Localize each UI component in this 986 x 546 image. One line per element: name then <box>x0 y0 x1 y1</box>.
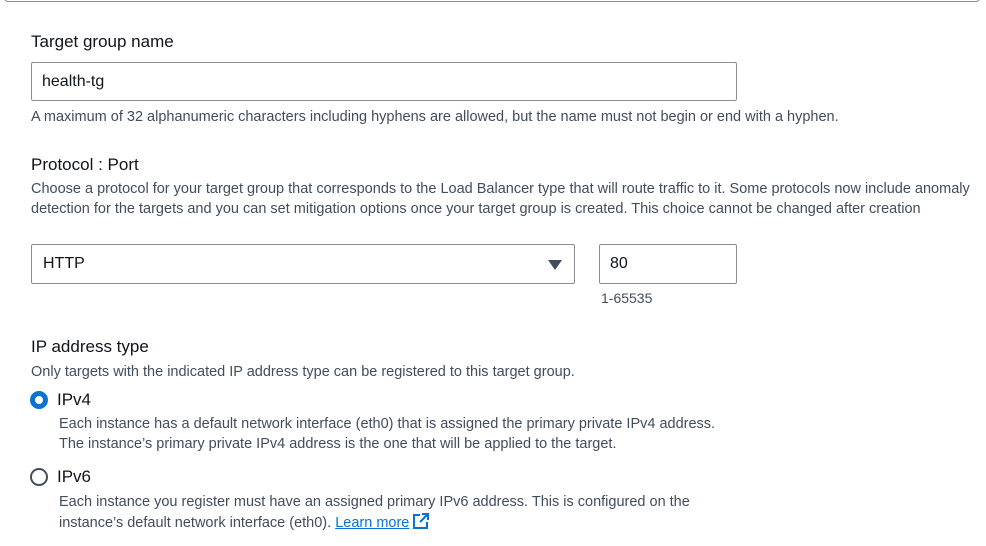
protocol-port-label: Protocol : Port <box>31 155 139 174</box>
previous-section-container <box>4 0 980 2</box>
target-group-name-help: A maximum of 32 alphanumeric characters … <box>31 109 839 125</box>
ipv6-option[interactable]: IPv6 <box>30 467 91 487</box>
ipv6-description-block: Each instance you register must have an … <box>59 492 739 536</box>
protocol-port-description: Choose a protocol for your target group … <box>31 181 970 217</box>
protocol-selected-value: HTTP <box>43 255 85 272</box>
ip-address-type-description: Only targets with the indicated IP addre… <box>31 364 575 380</box>
external-link-icon[interactable] <box>412 512 430 536</box>
port-range-hint: 1-65535 <box>601 290 653 306</box>
ipv4-label[interactable]: IPv4 <box>57 390 91 410</box>
target-group-name-input[interactable] <box>31 62 737 101</box>
ipv4-description: Each instance has a default network inte… <box>59 416 716 452</box>
protocol-select[interactable]: HTTP <box>31 244 575 284</box>
port-input[interactable] <box>599 244 737 284</box>
learn-more-link[interactable]: Learn more <box>335 515 409 531</box>
target-group-name-label: Target group name <box>31 32 174 51</box>
caret-down-icon <box>548 260 562 270</box>
ipv4-option[interactable]: IPv4 <box>30 390 91 410</box>
ipv4-radio[interactable] <box>30 391 48 409</box>
ipv6-radio[interactable] <box>30 468 48 486</box>
ip-address-type-label: IP address type <box>31 337 149 356</box>
ipv6-label[interactable]: IPv6 <box>57 467 91 487</box>
